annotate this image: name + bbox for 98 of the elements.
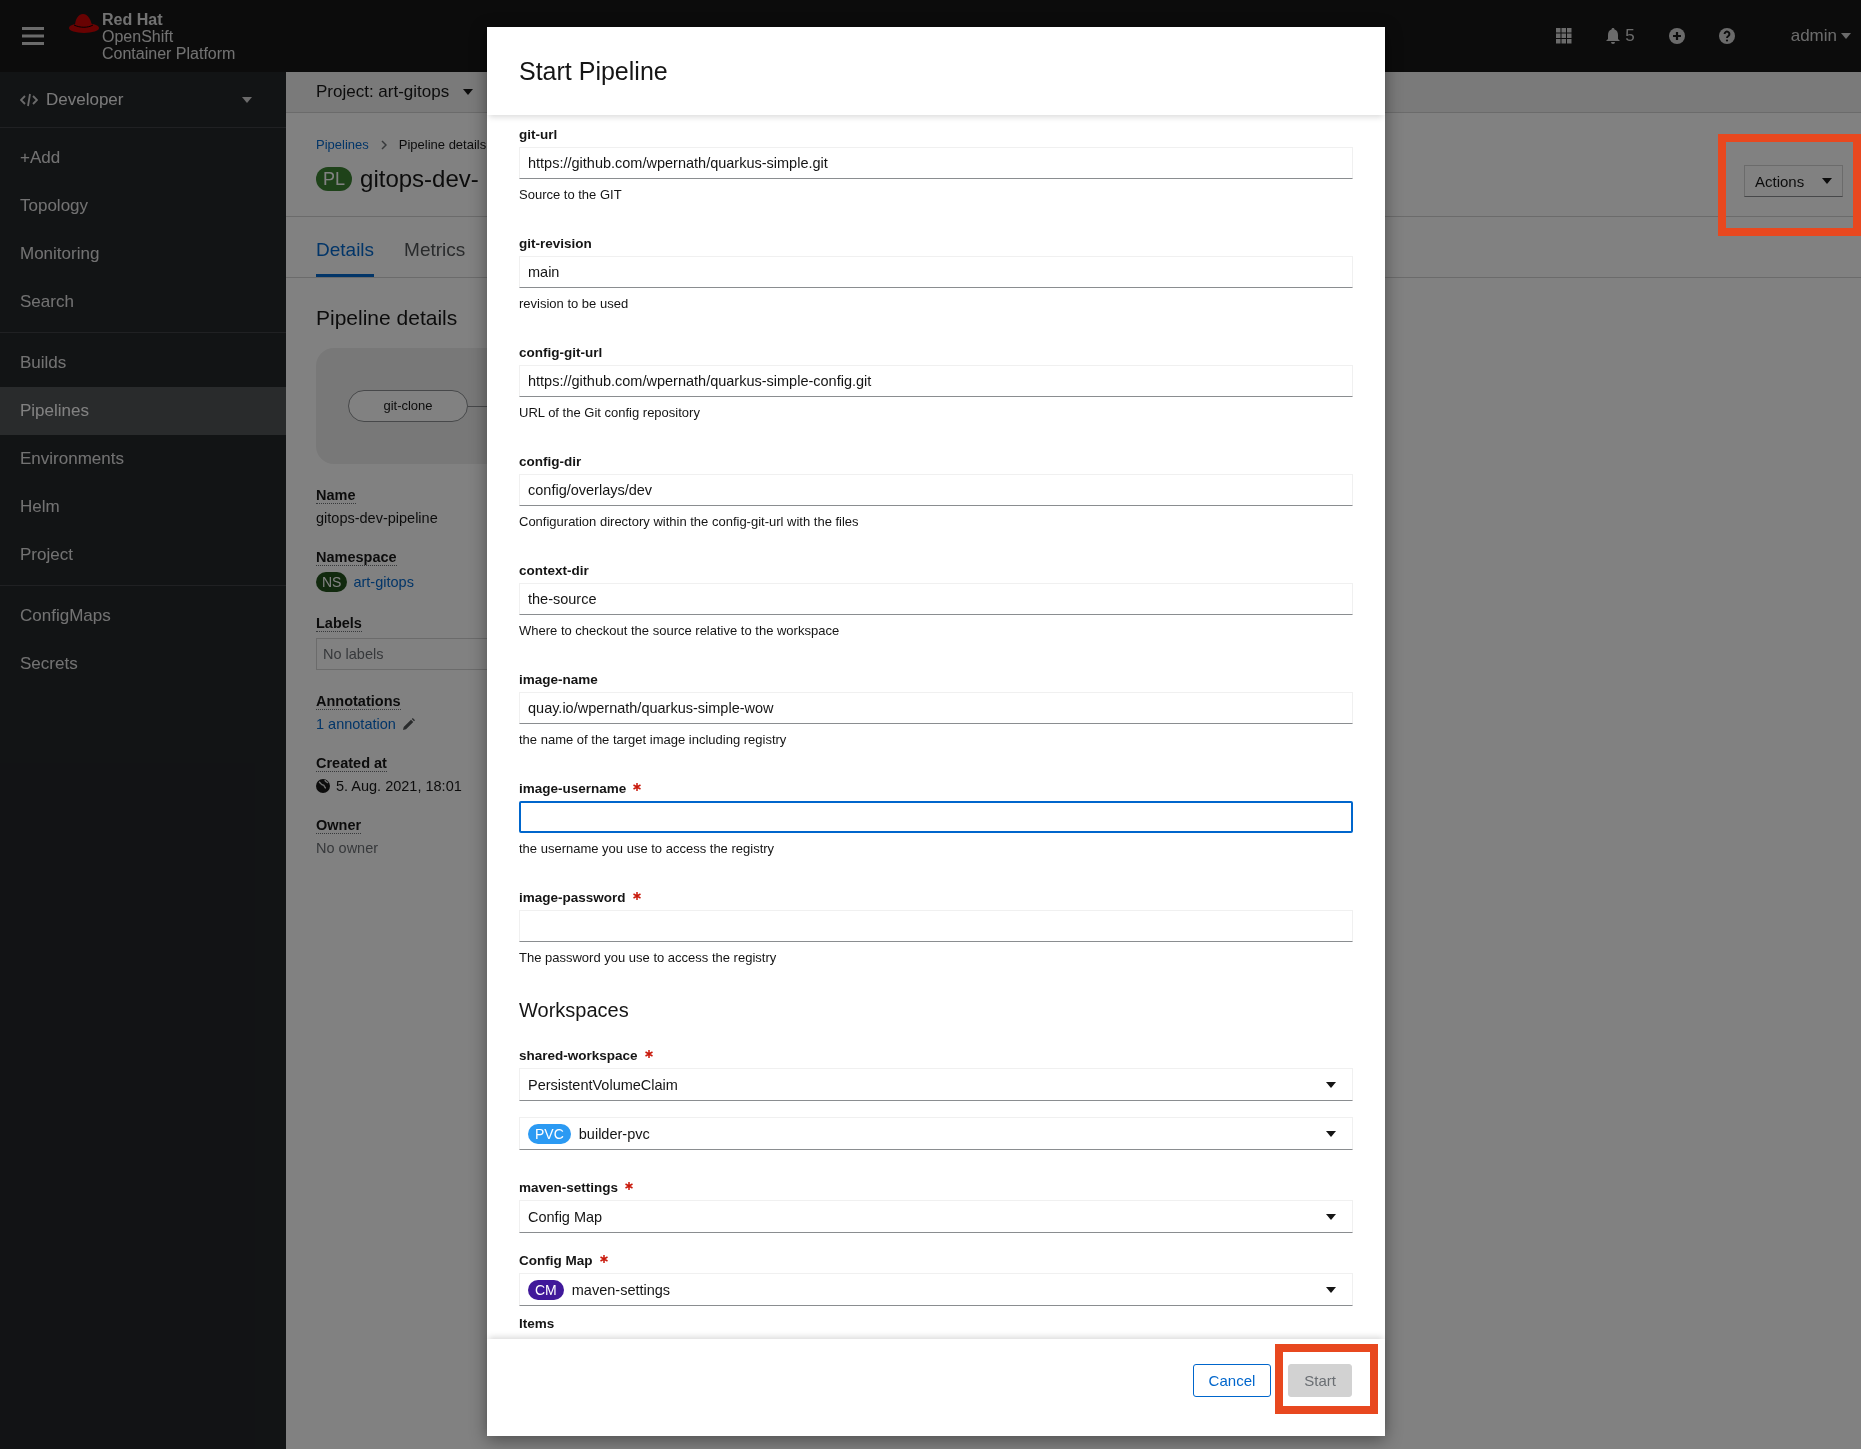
page-title: gitops-dev- <box>360 165 479 193</box>
chevron-right-icon <box>380 139 387 150</box>
nav-item[interactable]: Topology <box>0 182 286 230</box>
notifications-button[interactable]: 5 <box>1606 26 1635 46</box>
field-label: shared-workspace <box>519 1048 638 1063</box>
field-label: image-name <box>519 672 598 687</box>
project-selector[interactable]: Project: art-gitops <box>316 82 474 102</box>
helper-text: Where to checkout the source relative to the workspace <box>519 623 841 638</box>
detail-label: Name <box>316 487 356 504</box>
menu-icon[interactable] <box>22 27 44 45</box>
helper-text: the username you use to access the registry <box>519 841 776 856</box>
caret-icon <box>463 89 474 95</box>
text-input[interactable]: quay.io/wpernath/quarkus-simple-wow <box>519 692 1353 724</box>
helper-text: the name of the target image including registry <box>519 732 788 747</box>
text-input[interactable]: https://github.com/wpernath/quarkus-simple-config.git <box>519 365 1353 397</box>
caret-icon <box>1326 1081 1336 1088</box>
resource-badge: PL <box>316 167 353 191</box>
helper-text: URL of the Git config repository <box>519 405 701 420</box>
actions-dropdown[interactable]: Actions <box>1744 165 1843 197</box>
field-label: image-password <box>519 890 626 905</box>
resource-badge: PVC <box>528 1123 571 1144</box>
dropdown-select[interactable]: CM maven-settings <box>519 1273 1353 1306</box>
app-grid-icon[interactable] <box>1556 28 1573 44</box>
detail-label: Created at <box>316 755 387 772</box>
detail-value: gitops-dev-pipeline <box>316 510 438 526</box>
brand-text: Container Platform <box>102 44 236 62</box>
modal-title: Start Pipeline <box>519 56 668 86</box>
breadcrumb-link[interactable]: Pipelines <box>316 137 369 152</box>
text-input[interactable]: main <box>519 256 1353 288</box>
caret-icon <box>1822 178 1832 184</box>
resource-badge: NS <box>316 572 348 592</box>
code-icon <box>20 92 38 107</box>
timestamp: 5. Aug. 2021, 18:01 <box>336 778 462 794</box>
required-asterisk-icon <box>625 1182 634 1190</box>
nav-item[interactable]: Monitoring <box>0 230 286 278</box>
text-input[interactable]: the-source <box>519 583 1353 615</box>
user-menu[interactable]: admin <box>1790 26 1851 46</box>
tab[interactable]: Metrics <box>404 225 466 277</box>
dropdown-select[interactable]: Config Map <box>519 1200 1353 1233</box>
dropdown-select[interactable]: PVC builder-pvc <box>519 1117 1353 1150</box>
hat-icon <box>68 12 100 35</box>
caret-icon <box>1326 1130 1336 1137</box>
required-asterisk-icon <box>632 892 641 900</box>
text-input[interactable]: config/overlays/dev <box>519 474 1353 506</box>
caret-icon <box>1841 33 1851 39</box>
perspective-switcher[interactable]: Developer <box>0 72 286 128</box>
section-title: Pipeline details <box>316 306 458 330</box>
cancel-button[interactable]: Cancel <box>1192 1364 1272 1397</box>
globe-icon <box>316 779 330 793</box>
helper-text: The password you use to access the registry <box>519 950 778 965</box>
help-icon[interactable] <box>1718 28 1735 44</box>
dropdown-select[interactable]: PersistentVolumeClaim <box>519 1068 1353 1101</box>
helper-text: Configuration directory within the config-git-url with the files <box>519 514 860 529</box>
section-title: Workspaces <box>519 999 630 1022</box>
nav-item[interactable]: Search <box>0 278 286 326</box>
field-label: config-dir <box>519 454 582 469</box>
field-label: Config Map <box>519 1253 593 1268</box>
field-label: git-revision <box>519 236 592 251</box>
nav-item[interactable]: Project <box>0 531 286 579</box>
plus-circle-icon[interactable] <box>1668 28 1685 44</box>
nav-item[interactable]: Secrets <box>0 640 286 688</box>
annotations-link[interactable]: 1 annotation <box>316 716 396 732</box>
nav-item[interactable]: Helm <box>0 483 286 531</box>
caret-icon <box>1326 1286 1336 1293</box>
namespace-link[interactable]: art-gitops <box>353 574 414 590</box>
breadcrumb-current: Pipeline details <box>398 137 487 152</box>
required-asterisk-icon <box>633 783 642 791</box>
helper-text: Source to the GIT <box>519 187 623 202</box>
field-label: Items <box>519 1316 556 1331</box>
helper-text: revision to be used <box>519 296 630 311</box>
nav-item[interactable]: ConfigMaps <box>0 592 286 640</box>
pencil-icon[interactable] <box>401 717 415 731</box>
detail-value: No owner <box>316 840 379 856</box>
detail-label: Namespace <box>316 549 397 566</box>
field-label: context-dir <box>519 563 589 578</box>
tab[interactable]: Details <box>316 225 375 277</box>
field-label: image-username <box>519 781 627 796</box>
text-input[interactable]: https://github.com/wpernath/quarkus-simple.git <box>519 147 1353 179</box>
nav-item[interactable]: Pipelines <box>0 387 286 435</box>
field-label: config-git-url <box>519 345 603 360</box>
required-asterisk-icon <box>644 1050 653 1058</box>
field-label: git-url <box>519 127 558 142</box>
detail-label: Owner <box>316 817 362 834</box>
field-label: maven-settings <box>519 1180 619 1195</box>
nav-item[interactable]: Builds <box>0 339 286 387</box>
detail-label: Annotations <box>316 693 401 710</box>
required-asterisk-icon <box>599 1255 608 1263</box>
brand-text: Red Hat <box>102 10 164 28</box>
nav-item[interactable]: Environments <box>0 435 286 483</box>
nav-item[interactable]: +Add <box>0 134 286 182</box>
task-node[interactable]: git-clone <box>348 390 468 422</box>
brand-text: OpenShift <box>102 27 175 45</box>
caret-icon <box>242 96 252 103</box>
bell-icon <box>1606 28 1621 44</box>
caret-icon <box>1326 1213 1336 1220</box>
detail-label: Labels <box>316 615 362 632</box>
text-input[interactable] <box>519 801 1353 833</box>
resource-badge: CM <box>528 1279 564 1300</box>
